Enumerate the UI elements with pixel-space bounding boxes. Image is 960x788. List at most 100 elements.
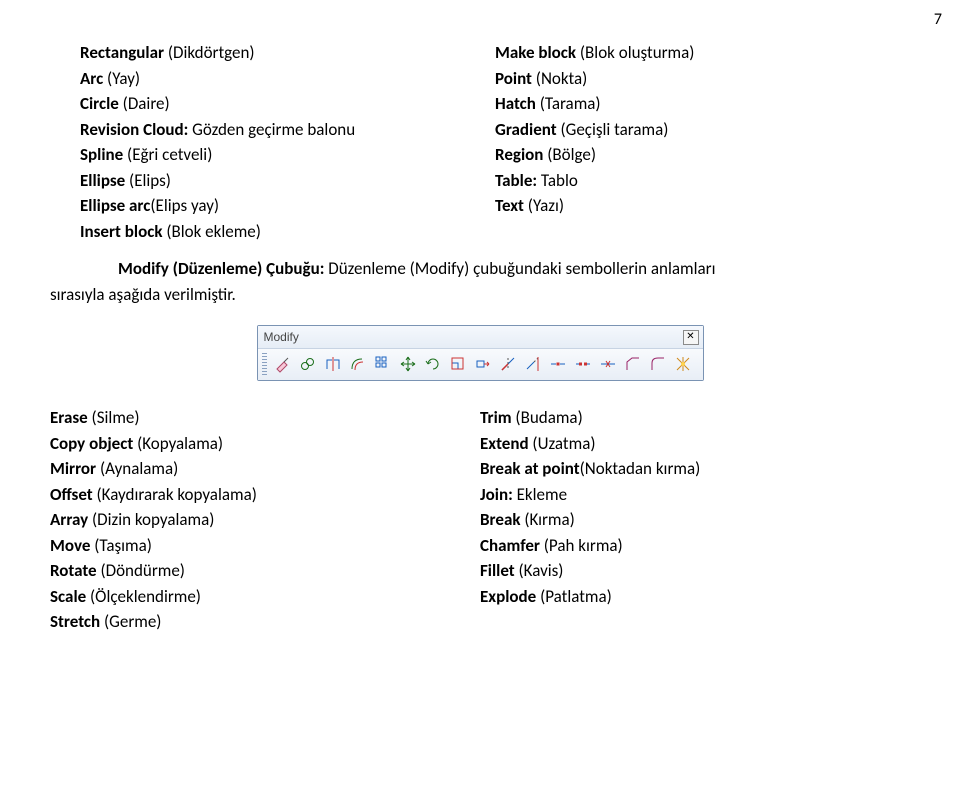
term: Trim xyxy=(480,407,512,428)
stretch-icon[interactable] xyxy=(472,353,494,375)
term: Copy object xyxy=(50,433,133,454)
term: Move xyxy=(50,535,90,556)
list-item: Extend (Uzatma) xyxy=(480,431,910,457)
list-item: Join: Ekleme xyxy=(480,482,910,508)
list-item: Mirror (Aynalama) xyxy=(50,456,480,482)
term: Explode xyxy=(480,586,536,607)
list-item: Insert block (Blok ekleme) xyxy=(80,219,495,245)
term: Spline xyxy=(80,144,123,165)
copy-icon[interactable] xyxy=(297,353,319,375)
desc: (Blok oluşturma) xyxy=(576,42,694,63)
extend-icon[interactable] xyxy=(522,353,544,375)
desc: (Blok ekleme) xyxy=(163,221,261,242)
desc: (Ölçeklendirme) xyxy=(86,586,201,607)
page-number: 7 xyxy=(934,8,942,32)
desc: (Kopyalama) xyxy=(133,433,223,454)
list-item: Hatch (Tarama) xyxy=(495,91,910,117)
bottom-right-col: Trim (Budama) Extend (Uzatma) Break at p… xyxy=(480,405,910,635)
list-item: Spline (Eğri cetveli) xyxy=(80,142,495,168)
chamfer-icon[interactable] xyxy=(622,353,644,375)
list-item: Region (Bölge) xyxy=(495,142,910,168)
term: Extend xyxy=(480,433,529,454)
grip-handle[interactable] xyxy=(262,353,267,375)
explode-icon[interactable] xyxy=(672,353,694,375)
list-item: Arc (Yay) xyxy=(80,66,495,92)
list-item: Text (Yazı) xyxy=(495,193,910,219)
term: Break xyxy=(480,509,521,530)
break-at-point-icon[interactable] xyxy=(547,353,569,375)
close-icon[interactable]: ✕ xyxy=(683,330,699,345)
term: Region xyxy=(495,144,543,165)
scale-icon[interactable] xyxy=(447,353,469,375)
modify-toolbar-container: Modify ✕ xyxy=(50,325,910,381)
fillet-icon[interactable] xyxy=(647,353,669,375)
desc: (Patlatma) xyxy=(536,586,612,607)
desc: (Nokta) xyxy=(532,68,587,89)
list-item: Trim (Budama) xyxy=(480,405,910,431)
list-item: Rotate (Döndürme) xyxy=(50,558,480,584)
list-item: Stretch (Germe) xyxy=(50,609,480,635)
break-icon[interactable] xyxy=(572,353,594,375)
desc: (Aynalama) xyxy=(96,458,178,479)
desc: (Germe) xyxy=(100,611,161,632)
top-list: Rectangular (Dikdörtgen) Arc (Yay) Circl… xyxy=(50,40,910,244)
term: Circle xyxy=(80,93,119,114)
list-item: Scale (Ölçeklendirme) xyxy=(50,584,480,610)
term: Stretch xyxy=(50,611,100,632)
list-item: Break at point(Noktadan kırma) xyxy=(480,456,910,482)
term: Join: xyxy=(480,484,513,505)
desc: (Yazı) xyxy=(524,195,564,216)
list-item: Fillet (Kavis) xyxy=(480,558,910,584)
offset-icon[interactable] xyxy=(347,353,369,375)
desc: Ekleme xyxy=(513,484,567,505)
desc: (Elips) xyxy=(125,170,171,191)
list-item: Offset (Kaydırarak kopyalama) xyxy=(50,482,480,508)
toolbar-row xyxy=(258,349,703,380)
list-item: Erase (Silme) xyxy=(50,405,480,431)
desc: (Budama) xyxy=(512,407,583,428)
bottom-left-col: Erase (Silme) Copy object (Kopyalama) Mi… xyxy=(50,405,480,635)
list-item: Explode (Patlatma) xyxy=(480,584,910,610)
toolbar-titlebar[interactable]: Modify ✕ xyxy=(258,326,703,349)
term: Scale xyxy=(50,586,86,607)
mirror-icon[interactable] xyxy=(322,353,344,375)
desc: (Geçişli tarama) xyxy=(557,119,669,140)
array-icon[interactable] xyxy=(372,353,394,375)
list-item: Point (Nokta) xyxy=(495,66,910,92)
list-item: Move (Taşıma) xyxy=(50,533,480,559)
desc: (Elips yay) xyxy=(150,195,219,216)
para-text: Düzenleme (Modify) çubuğundaki semboller… xyxy=(324,258,715,279)
term: Chamfer xyxy=(480,535,540,556)
list-item: Chamfer (Pah kırma) xyxy=(480,533,910,559)
term: Array xyxy=(50,509,88,530)
toolbar-title: Modify xyxy=(264,328,299,346)
join-icon[interactable] xyxy=(597,353,619,375)
list-item: Table: Tablo xyxy=(495,168,910,194)
list-item: Circle (Daire) xyxy=(80,91,495,117)
desc: (Taşıma) xyxy=(90,535,152,556)
list-item: Make block (Blok oluşturma) xyxy=(495,40,910,66)
move-icon[interactable] xyxy=(397,353,419,375)
term: Revision Cloud: xyxy=(80,119,188,140)
list-item: Ellipse (Elips) xyxy=(80,168,495,194)
list-item: Gradient (Geçişli tarama) xyxy=(495,117,910,143)
desc: (Dikdörtgen) xyxy=(164,42,255,63)
desc: (Daire) xyxy=(119,93,170,114)
term: Rotate xyxy=(50,560,97,581)
term: Text xyxy=(495,195,524,216)
desc: (Kavis) xyxy=(515,560,564,581)
trim-icon[interactable] xyxy=(497,353,519,375)
desc: (Yay) xyxy=(103,68,140,89)
term: Fillet xyxy=(480,560,515,581)
desc: (Kırma) xyxy=(521,509,575,530)
term: Mirror xyxy=(50,458,96,479)
list-item: Ellipse arc(Elips yay) xyxy=(80,193,495,219)
bottom-list: Erase (Silme) Copy object (Kopyalama) Mi… xyxy=(50,405,910,635)
desc: (Silme) xyxy=(88,407,140,428)
desc: (Uzatma) xyxy=(529,433,596,454)
desc: Tablo xyxy=(537,170,578,191)
modify-paragraph: Modify (Düzenleme) Çubuğu: Düzenleme (Mo… xyxy=(50,256,910,307)
rotate-icon[interactable] xyxy=(422,353,444,375)
term: Insert block xyxy=(80,221,163,242)
erase-icon[interactable] xyxy=(272,353,294,375)
